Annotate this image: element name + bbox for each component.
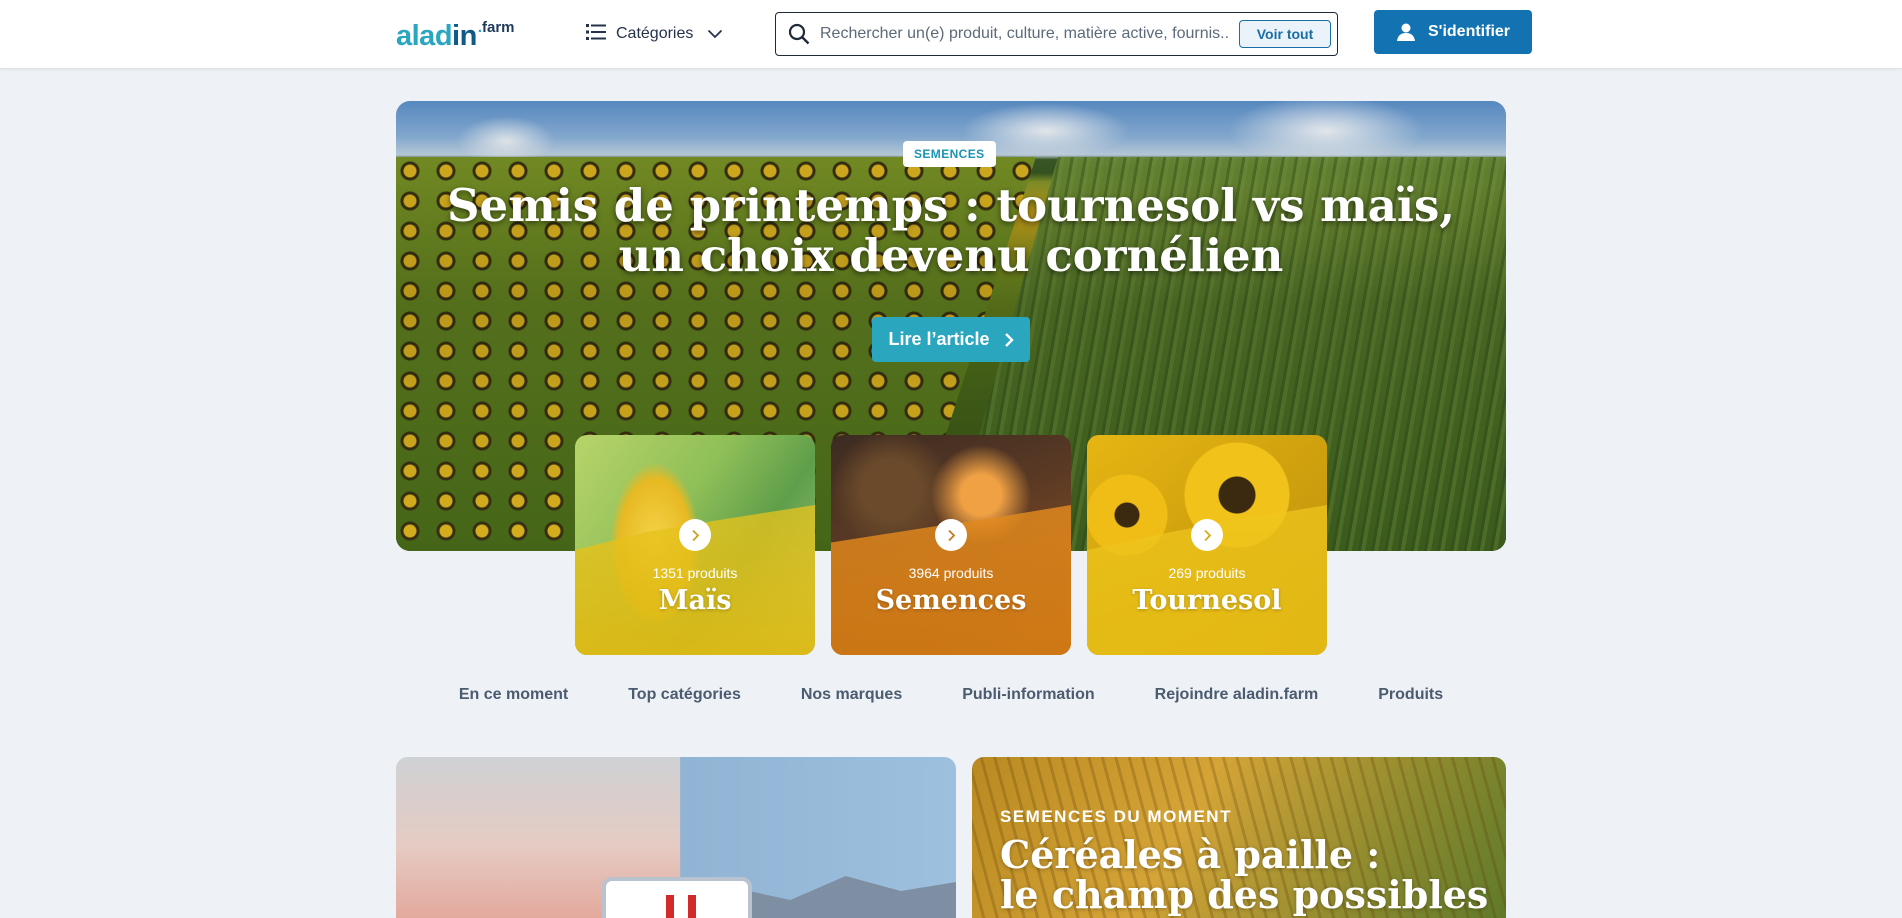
login-label: S'identifier [1427,23,1511,40]
search-input[interactable] [820,25,1230,43]
promo-title: Céréales à paille : le champ des possibl… [1000,832,1489,917]
hero-category-badge: SEMENCES [903,141,996,167]
category-count: 269 produits [1168,565,1246,581]
tab-top-categories[interactable]: Top catégories [628,686,741,710]
view-all-button[interactable]: Voir tout [1239,20,1331,48]
chevron-right-icon [679,519,711,551]
tab-rejoindre[interactable]: Rejoindre aladin.farm [1155,686,1319,710]
hero-title: Semis de printemps : tournesol vs maïs, … [446,179,1456,282]
category-count: 3964 produits [908,565,994,581]
tab-nos-marques[interactable]: Nos marques [801,686,902,710]
canada-flag-icon [666,895,696,918]
promo-card-canada[interactable] [396,757,956,918]
tab-produits[interactable]: Produits [1378,686,1443,710]
category-count: 1351 produits [652,565,738,581]
list-icon [586,22,606,47]
site-header: aladin .farm Catégories Voir tout S'iden… [0,0,1902,69]
tab-en-ce-moment[interactable]: En ce moment [459,686,568,710]
category-card-mais[interactable]: 1351 produits Maïs [575,435,815,655]
logo-suffix: .farm [477,19,515,36]
category-name: Semences [875,585,1027,616]
category-name: Maïs [658,585,732,616]
login-button[interactable]: S'identifier [1374,10,1532,54]
chevron-right-icon [1191,519,1223,551]
category-card-tournesol[interactable]: 269 produits Tournesol [1087,435,1327,655]
site-logo[interactable]: aladin .farm [396,19,515,52]
category-cards: 1351 produits Maïs 3964 produits Semence… [575,435,1327,655]
read-article-label: Lire l’article [888,329,990,349]
user-icon [1396,22,1416,42]
categories-label: Catégories [616,25,694,42]
chevron-right-icon [935,519,967,551]
search-bar: Voir tout [775,12,1338,56]
category-name: Tournesol [1132,585,1282,616]
promo-card-cereales[interactable]: SEMENCES DU MOMENT Céréales à paille : l… [972,757,1506,918]
search-icon [788,23,810,45]
chevron-right-icon [1004,332,1014,348]
chevron-down-icon [707,29,723,39]
promo-kicker: SEMENCES DU MOMENT [1000,807,1232,826]
read-article-button[interactable]: Lire l’article [872,317,1030,362]
categories-menu-button[interactable]: Catégories [586,18,723,50]
tab-publi-information[interactable]: Publi-information [962,686,1094,710]
canada-shield-badge [602,877,752,918]
category-card-semences[interactable]: 3964 produits Semences [831,435,1071,655]
section-tabs: En ce moment Top catégories Nos marques … [396,686,1506,710]
logo-wordmark: aladin [396,20,477,52]
